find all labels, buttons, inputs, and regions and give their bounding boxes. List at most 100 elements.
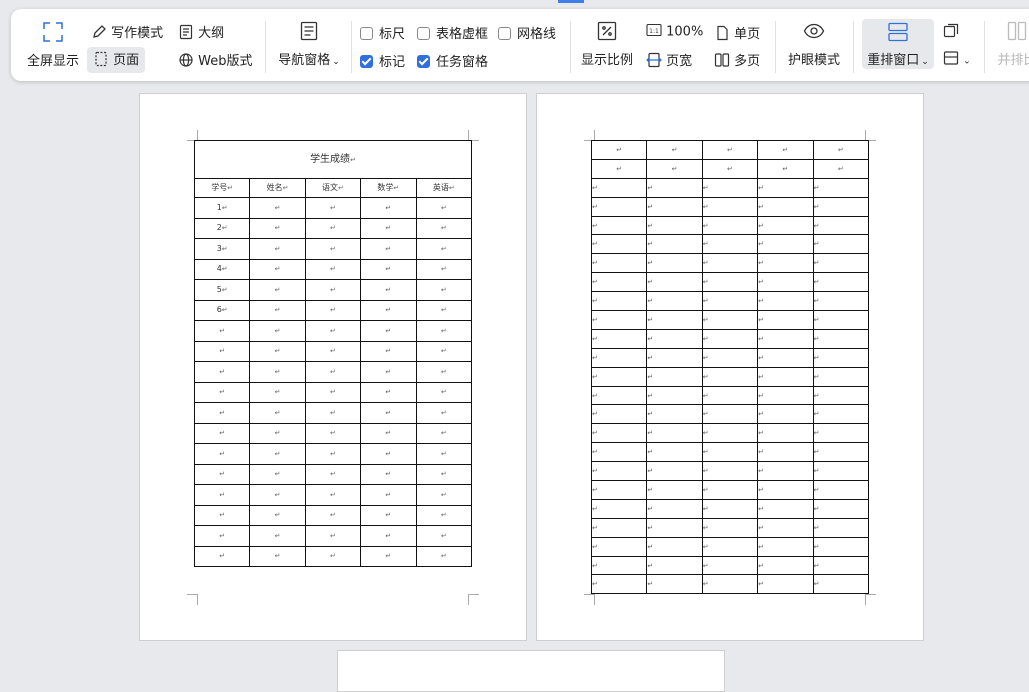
table-cell[interactable]: ↵: [701, 328, 759, 349]
table-cell[interactable]: ↵: [757, 517, 814, 538]
table-cell[interactable]: ↵: [415, 422, 473, 444]
table-cell[interactable]: ↵: [812, 442, 870, 463]
table-cell[interactable]: ↵: [646, 480, 703, 500]
table-cell[interactable]: ↵: [812, 310, 870, 330]
header-cell[interactable]: 学号↵: [193, 178, 251, 198]
table-cell[interactable]: ↵: [590, 158, 648, 179]
table-cell[interactable]: ↵: [812, 177, 870, 198]
table-cell[interactable]: ↵: [249, 217, 306, 239]
table-cell[interactable]: ↵: [249, 340, 306, 362]
table-cell[interactable]: ↵: [360, 545, 417, 567]
table-cell[interactable]: ↵: [646, 366, 703, 387]
table-cell[interactable]: ↵: [646, 291, 703, 312]
table-cell[interactable]: ↵: [701, 158, 759, 179]
table-cell[interactable]: ↵: [701, 215, 759, 236]
table-cell[interactable]: ↵: [757, 423, 814, 444]
table-cell[interactable]: ↵: [757, 272, 814, 293]
table-cell[interactable]: ↵: [812, 140, 870, 160]
table-cell[interactable]: ↵: [646, 310, 703, 330]
table-cell[interactable]: ↵: [415, 238, 473, 260]
table-cell[interactable]: ↵: [304, 340, 362, 362]
table-cell[interactable]: ↵: [360, 217, 417, 239]
table-cell[interactable]: ↵: [812, 234, 870, 255]
table-cell[interactable]: ↵: [360, 197, 417, 219]
table-cell[interactable]: ↵: [304, 361, 362, 383]
table-cell[interactable]: ↵: [701, 574, 759, 595]
table-cell[interactable]: ↵: [304, 504, 362, 526]
table-cell[interactable]: ↵: [360, 299, 417, 321]
gridlines-checkbox[interactable]: 网格线: [498, 23, 556, 42]
table-cell[interactable]: ↵: [304, 320, 362, 342]
table-cell[interactable]: ↵: [701, 555, 759, 576]
table-cell[interactable]: ↵: [590, 234, 648, 255]
table-cell[interactable]: ↵: [757, 310, 814, 330]
table-cell[interactable]: ↵: [360, 238, 417, 260]
table-cell[interactable]: ↵: [757, 291, 814, 312]
table-cell[interactable]: ↵: [590, 215, 648, 236]
table-cell[interactable]: ↵: [415, 197, 473, 219]
table-cell[interactable]: ↵: [249, 402, 306, 424]
table-cell[interactable]: ↵: [812, 253, 870, 274]
table-cell[interactable]: ↵: [415, 279, 473, 301]
table-cell[interactable]: ↵: [757, 328, 814, 349]
table-cell[interactable]: ↵: [701, 498, 759, 519]
table-cell[interactable]: ↵: [646, 140, 703, 160]
table-cell[interactable]: ↵: [249, 463, 306, 485]
marks-checkbox[interactable]: 标记: [360, 51, 405, 70]
table-cell[interactable]: ↵: [249, 320, 306, 342]
table-cell[interactable]: ↵: [812, 480, 870, 500]
table-cell[interactable]: ↵: [360, 320, 417, 342]
table-cell[interactable]: ↵: [415, 545, 473, 567]
ruler-checkbox[interactable]: 标尺: [360, 23, 405, 42]
table-cell[interactable]: ↵: [304, 238, 362, 260]
table-cell[interactable]: ↵: [304, 422, 362, 444]
table-cell[interactable]: ↵: [590, 574, 648, 595]
table-cell[interactable]: ↵: [757, 234, 814, 255]
table-cell[interactable]: ↵: [415, 463, 473, 485]
table-cell[interactable]: ↵: [415, 258, 473, 280]
task-pane-checkbox[interactable]: 任务窗格: [417, 51, 488, 70]
table-cell[interactable]: ↵: [590, 385, 648, 406]
table-cell[interactable]: ↵: [304, 299, 362, 321]
table-cell[interactable]: ↵: [249, 504, 306, 526]
table-cell[interactable]: ↵: [249, 422, 306, 444]
table-cell[interactable]: ↵: [757, 253, 814, 274]
table-cell[interactable]: ↵: [415, 525, 473, 547]
table-cell[interactable]: ↵: [304, 279, 362, 301]
table-cell[interactable]: ↵: [701, 461, 759, 482]
table-title-cell[interactable]: 学生成绩↵: [194, 140, 472, 179]
table-cell[interactable]: ↵: [757, 347, 814, 368]
web-layout-button[interactable]: Web版式: [178, 50, 252, 72]
table-cell[interactable]: ↵: [646, 536, 703, 557]
table-cell[interactable]: ↵: [812, 385, 870, 406]
table-cell[interactable]: ↵: [193, 361, 251, 383]
table-cell[interactable]: ↵: [304, 258, 362, 280]
table-cell[interactable]: ↵: [193, 402, 251, 424]
table-cell[interactable]: ↵: [590, 140, 648, 160]
table-cell[interactable]: ↵: [193, 422, 251, 444]
header-cell[interactable]: 英语↵: [415, 178, 473, 198]
table-cell[interactable]: ↵: [304, 217, 362, 239]
table-cell[interactable]: ↵: [757, 555, 814, 576]
side-by-side-button[interactable]: 并排比: [995, 21, 1029, 68]
table-cell[interactable]: ↵: [360, 340, 417, 362]
table-cell[interactable]: ↵: [701, 366, 759, 387]
table-cell[interactable]: ↵: [646, 442, 703, 463]
table-cell[interactable]: ↵: [249, 238, 306, 260]
table-cell[interactable]: ↵: [812, 536, 870, 557]
table-cell[interactable]: ↵: [590, 177, 648, 198]
table-cell[interactable]: ↵: [304, 525, 362, 547]
table-cell[interactable]: ↵: [646, 574, 703, 595]
table-cell[interactable]: ↵: [193, 340, 251, 362]
table-cell[interactable]: ↵: [812, 291, 870, 312]
table-cell[interactable]: ↵: [646, 385, 703, 406]
header-cell[interactable]: 语文↵: [304, 178, 362, 198]
outline-button[interactable]: 大纲: [178, 22, 224, 44]
table-cell[interactable]: ↵: [701, 253, 759, 274]
table-cell[interactable]: ↵: [360, 504, 417, 526]
table-cell[interactable]: ↵: [812, 423, 870, 444]
table-cell[interactable]: ↵: [646, 555, 703, 576]
table-cell[interactable]: ↵: [812, 555, 870, 576]
table-cell[interactable]: ↵: [360, 463, 417, 485]
nav-pane-button[interactable]: 导航窗格 ⌄: [277, 21, 341, 68]
